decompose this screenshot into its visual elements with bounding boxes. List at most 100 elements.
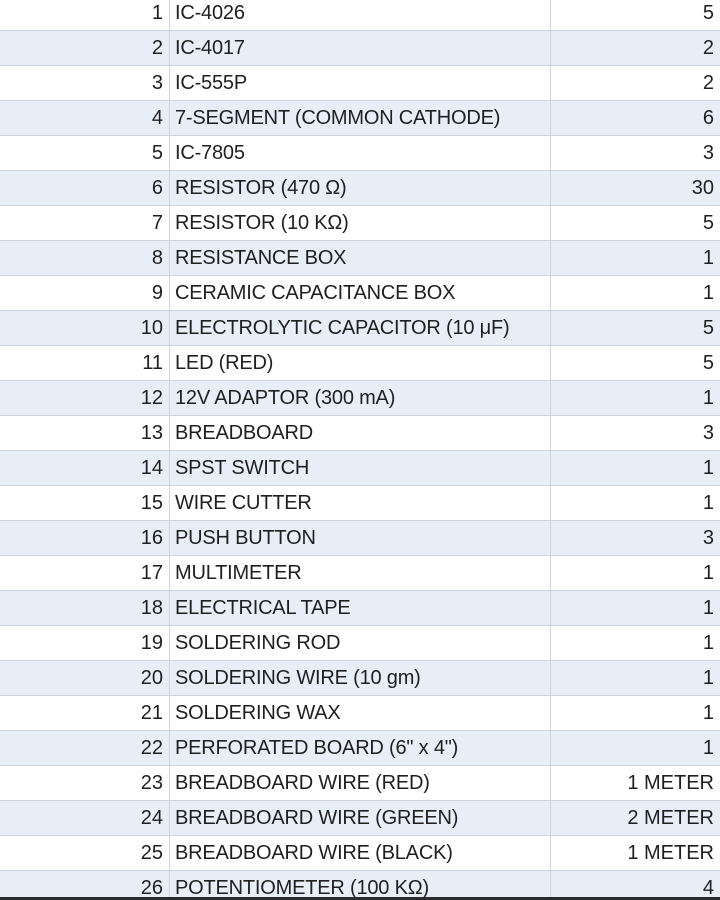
row-number-cell[interactable]: 7 bbox=[0, 206, 170, 241]
quantity-cell[interactable]: 3 bbox=[551, 136, 720, 171]
item-name-cell[interactable]: IC-555P bbox=[170, 66, 551, 101]
row-number-cell[interactable]: 2 bbox=[0, 31, 170, 66]
item-name-cell[interactable]: CERAMIC CAPACITANCE BOX bbox=[170, 276, 551, 311]
item-name-cell[interactable]: 12V ADAPTOR (300 mA) bbox=[170, 381, 551, 416]
quantity-cell[interactable]: 1 bbox=[551, 591, 720, 626]
item-name-cell[interactable]: SPST SWITCH bbox=[170, 451, 551, 486]
row-number-cell[interactable]: 3 bbox=[0, 66, 170, 101]
item-name-cell[interactable]: RESISTOR (10 KΩ) bbox=[170, 206, 551, 241]
quantity-cell[interactable]: 3 bbox=[551, 416, 720, 451]
item-name-cell[interactable]: 7-SEGMENT (COMMON CATHODE) bbox=[170, 101, 551, 136]
quantity-cell[interactable]: 1 bbox=[551, 241, 720, 276]
table-row[interactable]: 13 BREADBOARD 3 bbox=[0, 416, 720, 451]
row-number-cell[interactable]: 19 bbox=[0, 626, 170, 661]
row-number-cell[interactable]: 15 bbox=[0, 486, 170, 521]
table-row[interactable]: 8 RESISTANCE BOX 1 bbox=[0, 241, 720, 276]
quantity-cell[interactable]: 1 bbox=[551, 661, 720, 696]
row-number-cell[interactable]: 22 bbox=[0, 731, 170, 766]
row-number-cell[interactable]: 4 bbox=[0, 101, 170, 136]
table-row[interactable]: 11 LED (RED) 5 bbox=[0, 346, 720, 381]
quantity-cell[interactable]: 1 bbox=[551, 451, 720, 486]
table-row[interactable]: 16 PUSH BUTTON 3 bbox=[0, 521, 720, 556]
row-number-cell[interactable]: 17 bbox=[0, 556, 170, 591]
row-number-cell[interactable]: 23 bbox=[0, 766, 170, 801]
quantity-cell[interactable]: 1 bbox=[551, 381, 720, 416]
row-number-cell[interactable]: 13 bbox=[0, 416, 170, 451]
quantity-cell[interactable]: 2 METER bbox=[551, 801, 720, 836]
table-row[interactable]: 25 BREADBOARD WIRE (BLACK) 1 METER bbox=[0, 836, 720, 871]
item-name-cell[interactable]: LED (RED) bbox=[170, 346, 551, 381]
quantity-cell[interactable]: 1 bbox=[551, 626, 720, 661]
item-name-cell[interactable]: SOLDERING WIRE (10 gm) bbox=[170, 661, 551, 696]
quantity-cell[interactable]: 5 bbox=[551, 346, 720, 381]
row-number-cell[interactable]: 26 bbox=[0, 871, 170, 900]
table-row[interactable]: 18 ELECTRICAL TAPE 1 bbox=[0, 591, 720, 626]
row-number-cell[interactable]: 6 bbox=[0, 171, 170, 206]
item-name-cell[interactable]: RESISTOR (470 Ω) bbox=[170, 171, 551, 206]
quantity-cell[interactable]: 2 bbox=[551, 31, 720, 66]
quantity-cell[interactable]: 1 bbox=[551, 276, 720, 311]
item-name-cell[interactable]: IC-4026 bbox=[170, 0, 551, 31]
quantity-cell[interactable]: 4 bbox=[551, 871, 720, 900]
table-row[interactable]: 19 SOLDERING ROD 1 bbox=[0, 626, 720, 661]
table-row[interactable]: 9 CERAMIC CAPACITANCE BOX 1 bbox=[0, 276, 720, 311]
quantity-cell[interactable]: 3 bbox=[551, 521, 720, 556]
quantity-cell[interactable]: 1 bbox=[551, 731, 720, 766]
row-number-cell[interactable]: 25 bbox=[0, 836, 170, 871]
row-number-cell[interactable]: 12 bbox=[0, 381, 170, 416]
row-number-cell[interactable]: 16 bbox=[0, 521, 170, 556]
item-name-cell[interactable]: POTENTIOMETER (100 KΩ) bbox=[170, 871, 551, 900]
table-row[interactable]: 1 IC-4026 5 bbox=[0, 0, 720, 31]
table-row[interactable]: 17 MULTIMETER 1 bbox=[0, 556, 720, 591]
item-name-cell[interactable]: PUSH BUTTON bbox=[170, 521, 551, 556]
item-name-cell[interactable]: BREADBOARD bbox=[170, 416, 551, 451]
item-name-cell[interactable]: SOLDERING WAX bbox=[170, 696, 551, 731]
item-name-cell[interactable]: RESISTANCE BOX bbox=[170, 241, 551, 276]
row-number-cell[interactable]: 18 bbox=[0, 591, 170, 626]
row-number-cell[interactable]: 8 bbox=[0, 241, 170, 276]
row-number-cell[interactable]: 14 bbox=[0, 451, 170, 486]
table-row[interactable]: 24 BREADBOARD WIRE (GREEN) 2 METER bbox=[0, 801, 720, 836]
row-number-cell[interactable]: 9 bbox=[0, 276, 170, 311]
table-row[interactable]: 2 IC-4017 2 bbox=[0, 31, 720, 66]
quantity-cell[interactable]: 5 bbox=[551, 311, 720, 346]
quantity-cell[interactable]: 5 bbox=[551, 206, 720, 241]
quantity-cell[interactable]: 1 bbox=[551, 696, 720, 731]
item-name-cell[interactable]: BREADBOARD WIRE (BLACK) bbox=[170, 836, 551, 871]
item-name-cell[interactable]: PERFORATED BOARD (6" x 4") bbox=[170, 731, 551, 766]
item-name-cell[interactable]: ELECTROLYTIC CAPACITOR (10 μF) bbox=[170, 311, 551, 346]
table-row[interactable]: 3 IC-555P 2 bbox=[0, 66, 720, 101]
table-row[interactable]: 6 RESISTOR (470 Ω) 30 bbox=[0, 171, 720, 206]
row-number-cell[interactable]: 5 bbox=[0, 136, 170, 171]
item-name-cell[interactable]: IC-4017 bbox=[170, 31, 551, 66]
item-name-cell[interactable]: BREADBOARD WIRE (RED) bbox=[170, 766, 551, 801]
table-row[interactable]: 15 WIRE CUTTER 1 bbox=[0, 486, 720, 521]
item-name-cell[interactable]: BREADBOARD WIRE (GREEN) bbox=[170, 801, 551, 836]
item-name-cell[interactable]: ELECTRICAL TAPE bbox=[170, 591, 551, 626]
item-name-cell[interactable]: SOLDERING ROD bbox=[170, 626, 551, 661]
table-row[interactable]: 20 SOLDERING WIRE (10 gm) 1 bbox=[0, 661, 720, 696]
row-number-cell[interactable]: 21 bbox=[0, 696, 170, 731]
table-row[interactable]: 22 PERFORATED BOARD (6" x 4") 1 bbox=[0, 731, 720, 766]
quantity-cell[interactable]: 1 bbox=[551, 556, 720, 591]
row-number-cell[interactable]: 20 bbox=[0, 661, 170, 696]
row-number-cell[interactable]: 10 bbox=[0, 311, 170, 346]
table-row[interactable]: 26 POTENTIOMETER (100 KΩ) 4 bbox=[0, 871, 720, 900]
quantity-cell[interactable]: 1 bbox=[551, 486, 720, 521]
row-number-cell[interactable]: 1 bbox=[0, 0, 170, 31]
table-row[interactable]: 23 BREADBOARD WIRE (RED) 1 METER bbox=[0, 766, 720, 801]
quantity-cell[interactable]: 1 METER bbox=[551, 836, 720, 871]
table-row[interactable]: 7 RESISTOR (10 KΩ) 5 bbox=[0, 206, 720, 241]
quantity-cell[interactable]: 2 bbox=[551, 66, 720, 101]
table-row[interactable]: 5 IC-7805 3 bbox=[0, 136, 720, 171]
row-number-cell[interactable]: 24 bbox=[0, 801, 170, 836]
quantity-cell[interactable]: 1 METER bbox=[551, 766, 720, 801]
table-row[interactable]: 10 ELECTROLYTIC CAPACITOR (10 μF) 5 bbox=[0, 311, 720, 346]
item-name-cell[interactable]: MULTIMETER bbox=[170, 556, 551, 591]
table-row[interactable]: 12 12V ADAPTOR (300 mA) 1 bbox=[0, 381, 720, 416]
quantity-cell[interactable]: 30 bbox=[551, 171, 720, 206]
table-row[interactable]: 4 7-SEGMENT (COMMON CATHODE) 6 bbox=[0, 101, 720, 136]
quantity-cell[interactable]: 6 bbox=[551, 101, 720, 136]
table-row[interactable]: 14 SPST SWITCH 1 bbox=[0, 451, 720, 486]
item-name-cell[interactable]: IC-7805 bbox=[170, 136, 551, 171]
